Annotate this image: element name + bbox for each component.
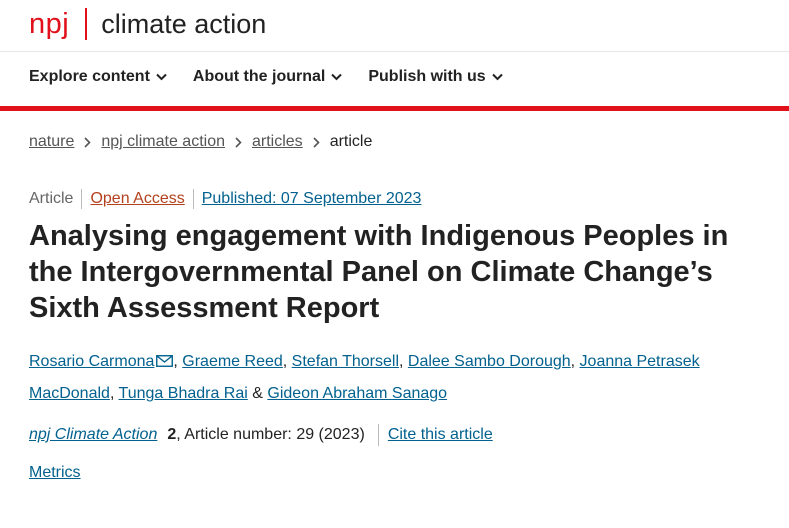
header-divider — [0, 51, 789, 52]
logo-divider — [85, 8, 88, 40]
email-icon[interactable] — [156, 347, 174, 378]
journal-link[interactable]: npj Climate Action — [29, 426, 157, 444]
journal-name[interactable]: climate action — [101, 9, 266, 40]
nav-explore-content[interactable]: Explore content — [29, 68, 167, 86]
author-list: Rosario Carmona, Graeme Reed, Stefan Tho… — [29, 346, 779, 409]
breadcrumb-articles[interactable]: articles — [252, 133, 303, 151]
article-type: Article — [29, 190, 74, 207]
author-link[interactable]: Tunga Bhadra Rai — [119, 385, 248, 402]
author-link[interactable]: Gideon Abraham Sanago — [267, 385, 447, 402]
meta-divider — [81, 189, 83, 209]
open-access-link[interactable]: Open Access — [90, 190, 184, 208]
site-header-logo[interactable]: npj climate action — [29, 6, 266, 42]
nav-item-label: Publish with us — [368, 68, 486, 85]
nav-accent-bar — [0, 106, 789, 111]
nav-item-label: Explore content — [29, 68, 150, 85]
author-link[interactable]: Dalee Sambo Dorough — [408, 353, 571, 370]
published-date-link[interactable]: Published: 07 September 2023 — [202, 190, 422, 208]
cite-this-article-link[interactable]: Cite this article — [388, 426, 493, 444]
breadcrumb-current: article — [329, 133, 373, 150]
metrics-link[interactable]: Metrics — [29, 464, 81, 482]
citation-divider — [377, 424, 379, 446]
article-number: , Article number: 29 (2023) — [176, 426, 365, 443]
breadcrumb-nature[interactable]: nature — [29, 133, 74, 151]
author-link[interactable]: Graeme Reed — [182, 353, 283, 370]
breadcrumb: nature npj climate action articles artic… — [29, 133, 372, 151]
chevron-right-icon — [84, 136, 92, 148]
main-nav: Explore content About the journal Publis… — [29, 68, 529, 86]
meta-divider — [192, 189, 194, 209]
author-link[interactable]: Stefan Thorsell — [292, 353, 399, 370]
chevron-down-icon — [156, 73, 167, 81]
nav-publish-with-us[interactable]: Publish with us — [368, 68, 503, 86]
volume-number: 2 — [167, 426, 177, 443]
chevron-down-icon — [491, 73, 503, 81]
chevron-right-icon — [313, 136, 320, 148]
npj-logo[interactable]: npj — [29, 8, 69, 41]
article-meta: Article Open Access Published: 07 Septem… — [29, 189, 421, 209]
author-link[interactable]: Rosario Carmona — [29, 353, 154, 370]
breadcrumb-npj-climate-action[interactable]: npj climate action — [101, 133, 225, 151]
chevron-right-icon — [235, 136, 242, 148]
nav-about-journal[interactable]: About the journal — [192, 68, 343, 86]
citation-row: npj Climate Action 2 , Article number: 2… — [29, 424, 493, 446]
nav-item-label: About the journal — [192, 68, 326, 85]
article-title: Analysing engagement with Indigenous Peo… — [29, 220, 729, 324]
chevron-down-icon — [331, 73, 343, 81]
